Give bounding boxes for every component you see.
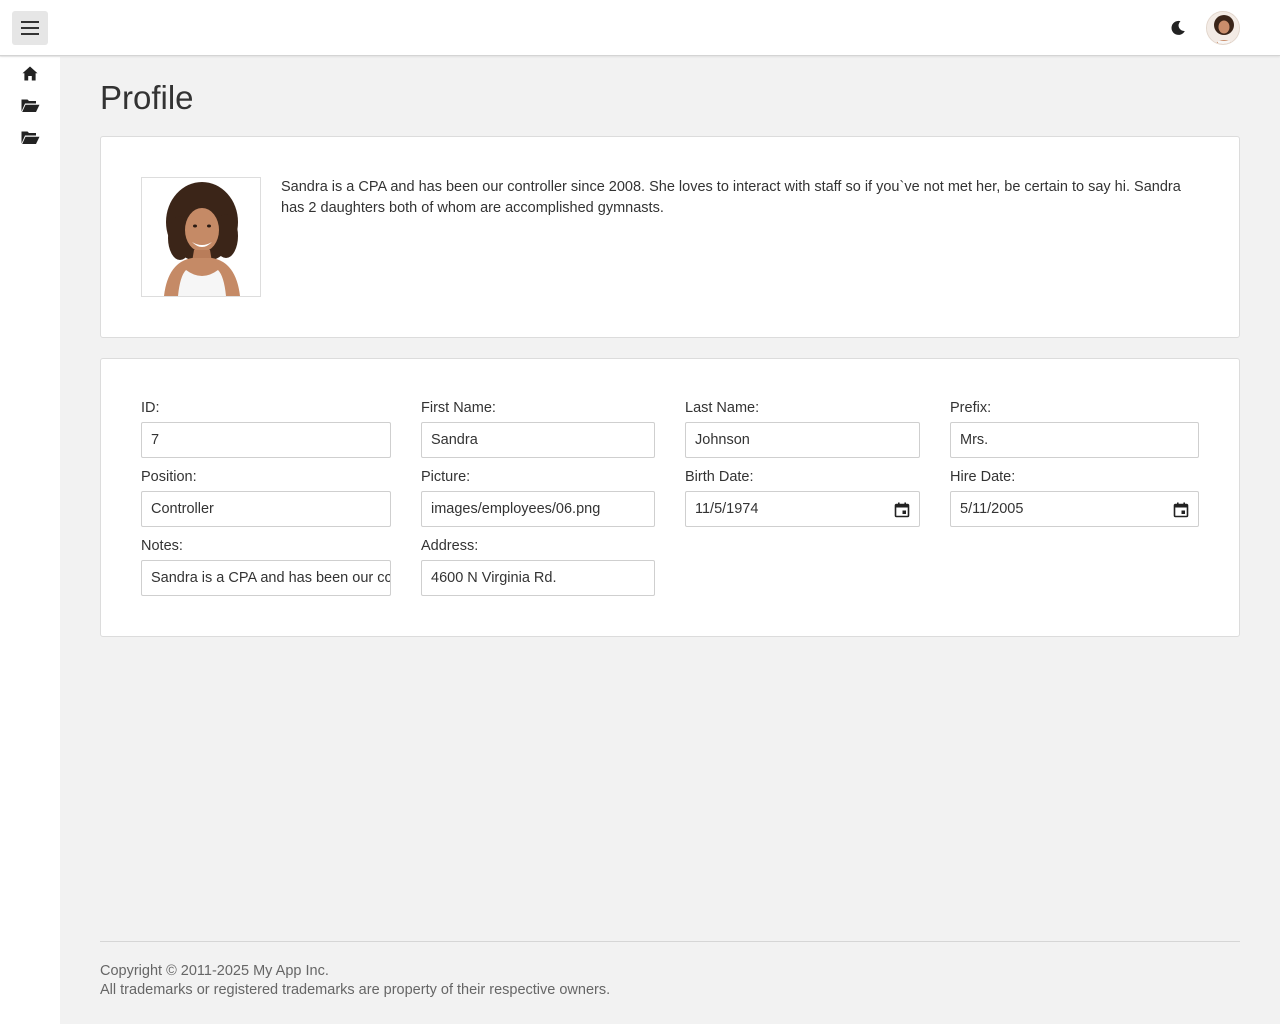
position-label: Position: bbox=[141, 469, 197, 485]
profile-notes: Sandra is a CPA and has been our control… bbox=[281, 179, 1181, 216]
hire-date-label: Hire Date: bbox=[950, 469, 1016, 485]
photo-image bbox=[142, 178, 260, 296]
address-label: Address: bbox=[421, 538, 479, 554]
avatar-image bbox=[1207, 12, 1239, 44]
home-icon bbox=[22, 66, 38, 80]
user-avatar[interactable] bbox=[1206, 11, 1240, 45]
hamburger-icon bbox=[21, 21, 39, 35]
employee-form-card: ID: 7 First Name: Sandra Last Name: John… bbox=[100, 358, 1240, 637]
profile-card: Sandra is a CPA and has been our control… bbox=[100, 136, 1240, 338]
page-title: Profile bbox=[100, 79, 194, 116]
birth-date-label: Birth Date: bbox=[685, 469, 754, 485]
prefix-label: Prefix: bbox=[950, 400, 992, 416]
folder-open-icon bbox=[21, 99, 39, 112]
top-toolbar bbox=[0, 0, 1280, 56]
first-name-field[interactable]: Sandra bbox=[421, 422, 655, 458]
birth-date-value: 11/5/1974 bbox=[695, 501, 759, 517]
prefix-field[interactable]: Mrs. bbox=[950, 422, 1199, 458]
theme-toggle-button[interactable] bbox=[1166, 16, 1190, 40]
last-name-label: Last Name: bbox=[685, 400, 760, 416]
address-field[interactable]: 4600 N Virginia Rd. bbox=[421, 560, 655, 596]
first-name-label: First Name: bbox=[421, 400, 496, 416]
notes-label: Notes: bbox=[141, 538, 183, 554]
picture-label: Picture: bbox=[421, 469, 471, 485]
picture-field[interactable]: images/employees/06.png bbox=[421, 491, 655, 527]
sidebar-item-folder-2[interactable] bbox=[19, 126, 41, 148]
trademarks-text: All trademarks or registered trademarks … bbox=[100, 982, 611, 998]
copyright-text: Copyright © 2011-2025 My App Inc. bbox=[100, 963, 329, 979]
hire-date-value: 5/11/2005 bbox=[960, 501, 1024, 517]
hire-date-field[interactable]: 5/11/2005 bbox=[950, 491, 1199, 527]
sidebar-item-folder-1[interactable] bbox=[19, 94, 41, 116]
footer: Copyright © 2011-2025 My App Inc. All tr… bbox=[100, 941, 1240, 998]
id-label: ID: bbox=[141, 400, 160, 416]
folder-open-icon bbox=[21, 131, 39, 144]
menu-button[interactable] bbox=[12, 11, 48, 45]
id-field[interactable]: 7 bbox=[141, 422, 391, 458]
moon-icon bbox=[1171, 20, 1185, 35]
sidebar-item-home[interactable] bbox=[19, 62, 41, 84]
position-field[interactable]: Controller bbox=[141, 491, 391, 527]
notes-field[interactable]: Sandra is a CPA and has been our cc bbox=[141, 560, 391, 596]
birth-date-field[interactable]: 11/5/1974 bbox=[685, 491, 920, 527]
sidebar bbox=[0, 57, 60, 1024]
employee-photo bbox=[141, 177, 261, 297]
calendar-icon[interactable] bbox=[894, 502, 910, 518]
calendar-icon[interactable] bbox=[1173, 502, 1189, 518]
last-name-field[interactable]: Johnson bbox=[685, 422, 920, 458]
